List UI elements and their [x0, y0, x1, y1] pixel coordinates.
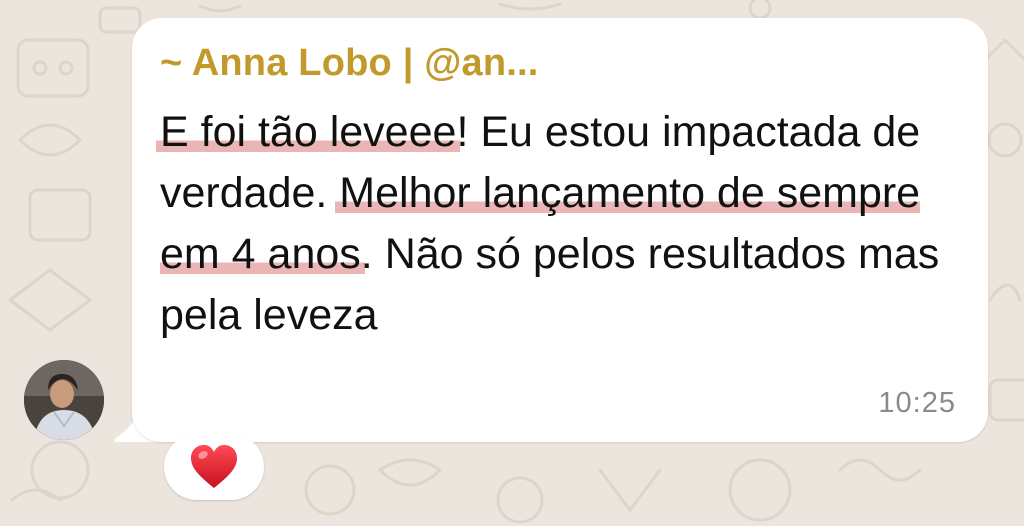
sender-name[interactable]: ~ Anna Lobo | @an... — [160, 42, 539, 85]
highlighted-text: E foi tão leveee — [156, 108, 461, 156]
red-heart-icon — [191, 445, 237, 488]
message-text: E foi tão leveee! Eu estou impactada de … — [156, 102, 972, 346]
message-timestamp: 10:25 — [878, 387, 956, 419]
message-bubble[interactable]: ~ Anna Lobo | @an... E foi tão leveee! E… — [132, 18, 988, 442]
reaction-badge[interactable] — [164, 434, 264, 500]
avatar[interactable] — [24, 360, 104, 440]
